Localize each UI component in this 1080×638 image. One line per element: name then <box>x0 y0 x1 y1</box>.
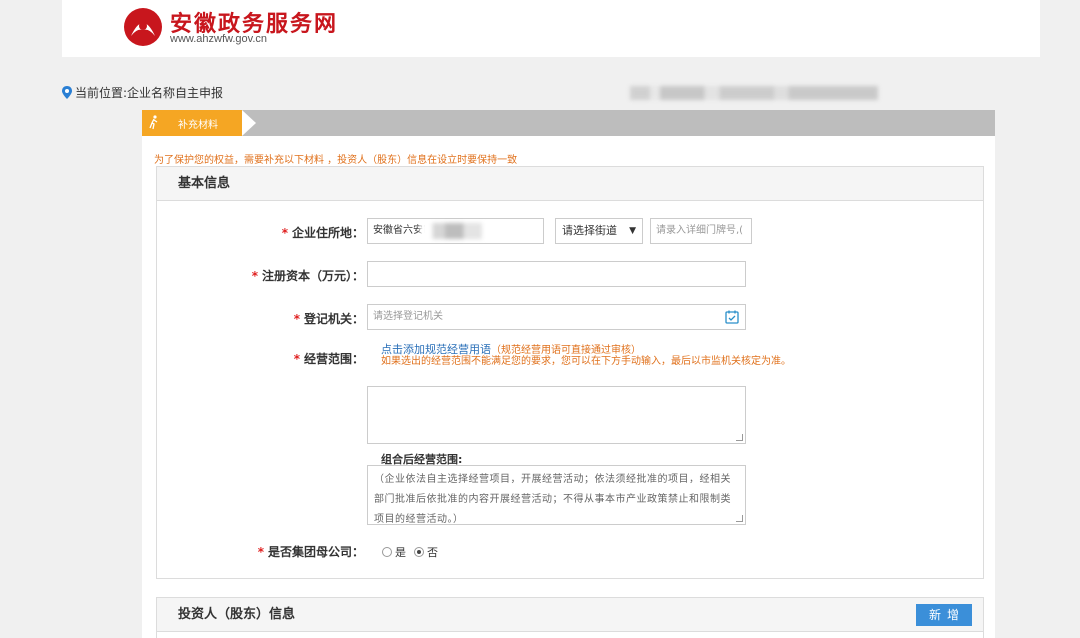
step-supplementary-materials: 补充材料 <box>142 110 254 136</box>
address-region-input[interactable]: 安徽省六安i <box>367 218 544 244</box>
combined-scope-text: （企业依法自主选择经营项目，开展经营活动；依法须经批准的项目，经相关部门批准后依… <box>374 474 731 525</box>
scope-warning: 如果选出的经营范围不能满足您的要求，您可以在下方手动输入，最后以市监机关核定为准… <box>381 356 791 367</box>
select-dialog-icon[interactable] <box>725 310 739 324</box>
add-investor-button[interactable]: 新增 <box>916 604 972 626</box>
step-label: 补充材料 <box>178 120 218 131</box>
site-url: www.ahzwfw.gov.cn <box>170 33 268 45</box>
group-parent-radio-group: 是 否 <box>382 544 446 560</box>
site-header: 安徽政务服务网 www.ahzwfw.gov.cn <box>62 0 1040 57</box>
street-select[interactable]: 请选择街道 ▼ <box>555 218 643 244</box>
capital-label: * 注册资本（万元）： <box>251 269 364 283</box>
investor-title: 投资人（股东）信息 <box>157 598 983 632</box>
step-progress-bar: 补充材料 <box>142 110 995 136</box>
address-label: * 企业住所地： <box>281 226 364 240</box>
resize-handle-icon[interactable] <box>736 434 743 441</box>
address-detail-input[interactable]: 请录入详细门牌号,( <box>650 218 752 244</box>
capital-input[interactable] <box>367 261 746 287</box>
ahzwfw-logo-icon[interactable] <box>122 6 164 48</box>
combined-scope-textarea[interactable]: （企业依法自主选择经营项目，开展经营活动；依法须经批准的项目，经相关部门批准后依… <box>367 465 746 525</box>
breadcrumb: 当前位置: 企业名称自主申报 <box>62 84 223 101</box>
authority-label: * 登记机关： <box>293 312 364 326</box>
basic-info-section: 基本信息 * 企业住所地： 安徽省六安i 请选择街道 ▼ 请录入详细门牌号,( *… <box>156 166 984 579</box>
location-pin-icon <box>62 86 72 99</box>
resize-handle-icon[interactable] <box>736 515 743 522</box>
radio-yes[interactable]: 是 <box>382 544 406 560</box>
scope-label: * 经营范围： <box>293 352 364 366</box>
scope-textarea[interactable] <box>367 386 746 444</box>
investor-section: 投资人（股东）信息 新增 <box>156 597 984 638</box>
radio-button-selected[interactable] <box>414 547 424 557</box>
dropdown-caret-icon: ▼ <box>629 226 636 236</box>
authority-select-input[interactable]: 请选择登记机关 <box>367 304 746 330</box>
breadcrumb-label: 当前位置: <box>75 86 128 100</box>
main-panel: 为了保护您的权益，需要补充以下材料 ，投资人（股东）信息在设立时要保持一致 基本… <box>142 136 995 638</box>
basic-info-title: 基本信息 <box>157 167 983 201</box>
notice-text: 为了保护您的权益，需要补充以下材料 ，投资人（股东）信息在设立时要保持一致 <box>154 155 518 166</box>
group-parent-label: * 是否集团母公司： <box>257 545 364 559</box>
step-divider <box>242 110 256 136</box>
walking-person-icon <box>149 115 158 130</box>
redacted-user-info <box>630 86 878 100</box>
breadcrumb-current: 企业名称自主申报 <box>127 86 224 100</box>
redacted-address <box>420 223 482 239</box>
radio-no[interactable]: 否 <box>414 544 438 560</box>
radio-button[interactable] <box>382 547 392 557</box>
